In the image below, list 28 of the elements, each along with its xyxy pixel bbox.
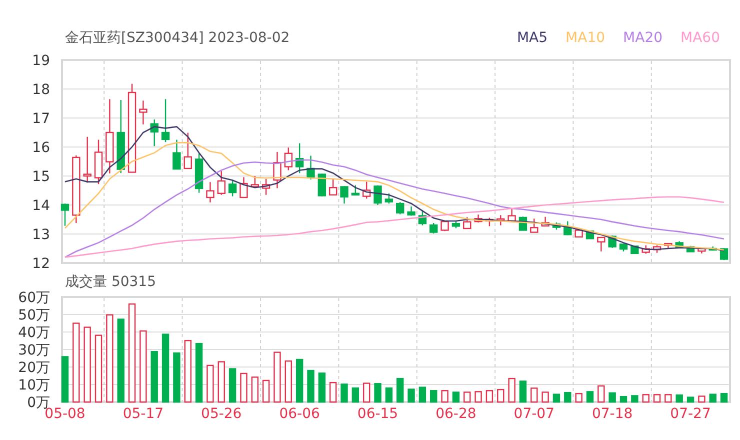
chart-title: 金石亚药[SZ300434] 2023-08-02 — [65, 28, 290, 48]
axis-label: 30万 — [18, 342, 50, 358]
axis-label: 50万 — [18, 308, 50, 324]
date-label: 07-27 — [670, 406, 711, 422]
legend-label: MA20 — [623, 28, 663, 48]
axis-label: 14 — [32, 198, 50, 214]
axis-label: 60万 — [18, 290, 50, 306]
axis-label: 20万 — [18, 360, 50, 376]
date-label: 05-17 — [122, 406, 164, 422]
date-label: 05-26 — [201, 406, 242, 422]
axis-label: 10万 — [18, 378, 50, 394]
date-label: 07-07 — [514, 406, 554, 422]
volume-title: 成交量 50315 — [65, 272, 156, 292]
date-label: 06-28 — [436, 406, 476, 422]
legend-label: MA60 — [680, 28, 720, 48]
axis-label: 40万 — [18, 325, 50, 341]
date-label: 06-06 — [279, 406, 320, 422]
axis-label: 19 — [32, 53, 50, 69]
legend-label: MA5 — [516, 28, 548, 48]
date-label: 06-15 — [357, 406, 398, 422]
axis-label: 15 — [32, 169, 50, 185]
axis-label: 17 — [32, 111, 50, 127]
axis-label: 16 — [32, 140, 50, 156]
legend-label: MA10 — [566, 28, 606, 48]
axis-label: 13 — [32, 227, 50, 243]
axis-label: 12 — [32, 256, 50, 272]
date-label: 07-18 — [592, 406, 633, 422]
axis-label: 18 — [32, 82, 50, 98]
